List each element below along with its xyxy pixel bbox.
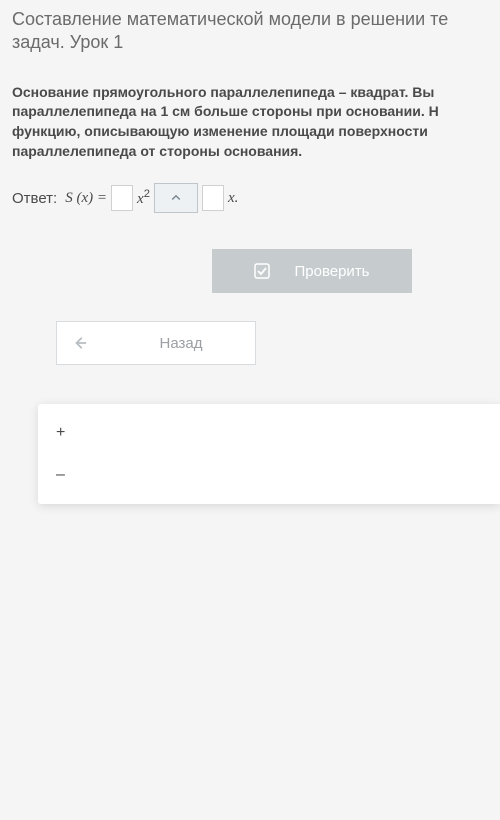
operator-select[interactable] xyxy=(154,183,198,213)
page-title: Составление математической модели в реше… xyxy=(12,8,500,55)
back-button[interactable]: Назад xyxy=(56,321,256,365)
chevron-up-icon xyxy=(170,192,182,204)
check-button[interactable]: Проверить xyxy=(212,249,412,293)
back-button-label: Назад xyxy=(107,335,255,352)
check-icon xyxy=(254,263,270,279)
dropdown-option-minus[interactable]: – xyxy=(38,454,500,496)
x-squared: x2 xyxy=(137,188,150,208)
question-text: Основание прямоугольного параллелепипеда… xyxy=(12,83,500,161)
answer-row: Ответ: S (x) = x2 x. xyxy=(12,183,500,213)
answer-label: Ответ: xyxy=(12,190,57,207)
dropdown-option-plus[interactable]: + xyxy=(38,412,500,454)
answer-func: S (x) = xyxy=(65,190,107,207)
arrow-left-icon xyxy=(73,336,87,350)
coef2-input[interactable] xyxy=(202,185,224,211)
coef1-input[interactable] xyxy=(111,185,133,211)
operator-dropdown: + – xyxy=(38,404,500,504)
check-button-label: Проверить xyxy=(294,263,369,280)
answer-tail: x. xyxy=(228,190,238,207)
